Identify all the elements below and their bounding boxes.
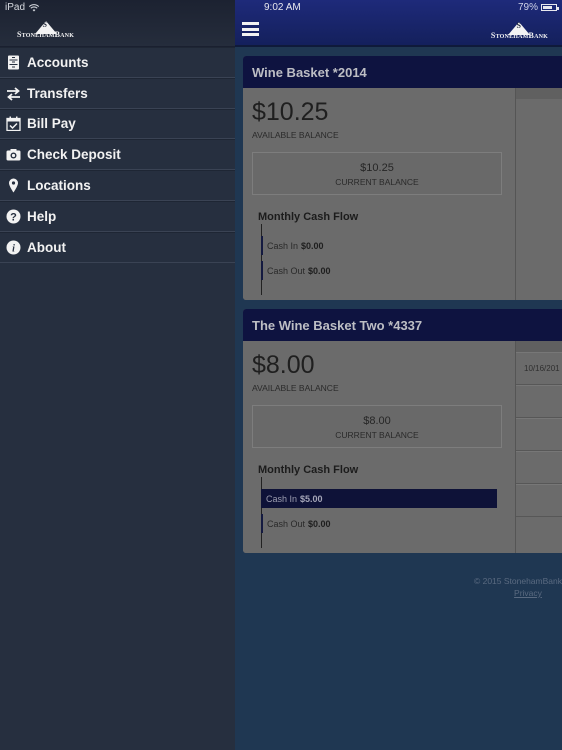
cash-flow-title: Monthly Cash Flow <box>258 464 359 476</box>
accounts-icon <box>6 55 21 70</box>
info-icon: i <box>6 240 21 255</box>
transfers-icon <box>6 86 21 101</box>
available-balance-label: AVAILABLE BALANCE <box>252 383 339 393</box>
cash-in-label: Cash In <box>266 493 298 504</box>
sidebar-item-locations[interactable]: Locations <box>0 170 235 201</box>
cash-in-value: $5.00 <box>300 493 323 504</box>
cash-in-value: $0.00 <box>301 240 324 251</box>
device-label: iPad <box>5 2 26 13</box>
hamburger-line <box>242 33 259 36</box>
current-balance-box: $8.00 CURRENT BALANCE <box>252 405 502 448</box>
cash-flow-axis <box>261 224 262 295</box>
sidebar-item-about[interactable]: i About <box>0 231 235 263</box>
brand-logo: StonehamBank <box>491 21 548 40</box>
transaction-row[interactable] <box>516 451 562 484</box>
available-balance-label: AVAILABLE BALANCE <box>252 130 339 140</box>
camera-icon <box>6 147 21 162</box>
sidebar-item-label: About <box>27 239 66 255</box>
hamburger-line <box>242 22 259 25</box>
cash-out-bar: Cash Out $0.00 <box>261 261 331 280</box>
available-balance-amount: $10.25 <box>252 98 329 126</box>
account-card[interactable]: The Wine Basket Two *4337 $8.00 AVAILABL… <box>243 309 562 553</box>
transaction-row[interactable] <box>516 385 562 418</box>
sidebar-item-label: Transfers <box>27 85 88 101</box>
battery-fill <box>543 6 553 9</box>
cash-in-bar: Cash In $0.00 <box>261 236 324 255</box>
copyright-text: © 2015 StonehamBank <box>473 576 562 586</box>
battery-percent: 79% <box>517 2 538 13</box>
transactions-pane[interactable] <box>515 88 562 300</box>
sidebar-item-label: Locations <box>27 178 91 194</box>
transaction-row[interactable]: 10/16/201 <box>516 352 562 385</box>
transaction-row[interactable] <box>516 484 562 517</box>
status-battery: 79% <box>517 2 559 13</box>
main-content: 9:02 AM 79% StonehamBank Wine Basket *20… <box>235 0 562 750</box>
svg-text:i: i <box>12 243 15 254</box>
cash-flow-axis <box>261 477 262 548</box>
transaction-row[interactable] <box>516 418 562 451</box>
current-balance-box: $10.25 CURRENT BALANCE <box>252 152 502 195</box>
status-time: 9:02 AM <box>264 2 301 13</box>
cash-out-label: Cash Out <box>267 518 306 529</box>
footer: © 2015 StonehamBank Privacy <box>474 576 562 598</box>
sidebar-item-bill-pay[interactable]: Bill Pay <box>0 108 235 140</box>
svg-text:?: ? <box>10 211 17 223</box>
current-balance-label: CURRENT BALANCE <box>335 430 419 440</box>
wifi-icon <box>29 3 40 11</box>
account-title[interactable]: The Wine Basket Two *4337 <box>243 309 562 341</box>
menu-toggle-button[interactable] <box>242 22 259 36</box>
cash-out-value: $0.00 <box>308 265 331 276</box>
sidebar-item-label: Check Deposit <box>27 147 121 163</box>
cash-in-label: Cash In <box>267 240 299 251</box>
account-body: $8.00 AVAILABLE BALANCE $8.00 CURRENT BA… <box>243 341 562 553</box>
cash-flow-title: Monthly Cash Flow <box>258 211 359 223</box>
logo-mountain-icon <box>508 21 531 35</box>
location-pin-icon <box>6 178 21 193</box>
sidebar-item-label: Accounts <box>27 54 89 70</box>
status-device: iPad <box>5 2 40 13</box>
sidebar-item-accounts[interactable]: Accounts <box>0 47 235 78</box>
current-balance-amount: $8.00 <box>363 415 391 427</box>
calendar-check-icon <box>6 116 21 132</box>
sidebar-item-transfers[interactable]: Transfers <box>0 77 235 109</box>
brand-logo: StonehamBank <box>17 20 74 39</box>
transactions-header <box>516 341 562 352</box>
sidebar-menu: iPad StonehamBank Accounts <box>0 0 235 750</box>
hamburger-line <box>242 27 259 31</box>
cash-in-bar: Cash In $5.00 <box>261 489 497 508</box>
account-body: $10.25 AVAILABLE BALANCE $10.25 CURRENT … <box>243 88 562 300</box>
transactions-pane[interactable]: 10/16/201 <box>515 341 562 553</box>
sidebar-nav: Accounts Transfers Bill Pay Check Deposi… <box>0 47 235 263</box>
available-balance-amount: $8.00 <box>252 351 315 379</box>
sidebar-item-label: Bill Pay <box>27 116 76 132</box>
battery-icon <box>541 4 559 11</box>
transactions-header <box>516 88 562 99</box>
account-card[interactable]: Wine Basket *2014 $10.25 AVAILABLE BALAN… <box>243 56 562 300</box>
sidebar-item-label: Help <box>27 208 57 224</box>
current-balance-label: CURRENT BALANCE <box>335 177 419 187</box>
sidebar-item-help[interactable]: ? Help <box>0 200 235 232</box>
account-title[interactable]: Wine Basket *2014 <box>243 56 562 88</box>
privacy-link[interactable]: Privacy <box>494 588 562 598</box>
help-icon: ? <box>6 209 21 224</box>
logo-mountain-icon <box>34 20 57 34</box>
top-nav-bar: 9:02 AM 79% StonehamBank <box>235 0 562 47</box>
cash-out-bar: Cash Out $0.00 <box>261 514 331 533</box>
current-balance-amount: $10.25 <box>360 162 394 174</box>
sidebar-header: iPad StonehamBank <box>0 0 235 47</box>
cash-out-value: $0.00 <box>308 518 331 529</box>
cash-out-label: Cash Out <box>267 265 306 276</box>
sidebar-item-check-deposit[interactable]: Check Deposit <box>0 139 235 171</box>
